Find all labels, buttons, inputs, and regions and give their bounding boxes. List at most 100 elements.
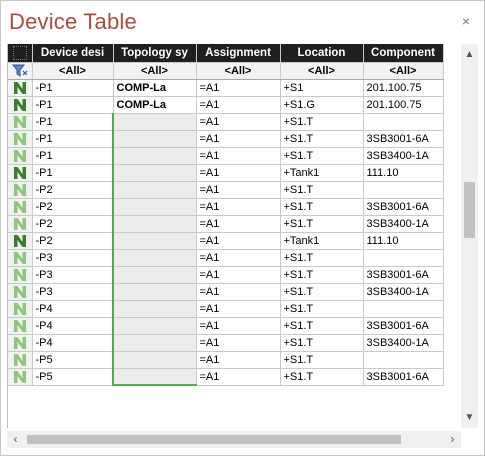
cell-location[interactable]: +S1.T [280,130,364,148]
cell-topology[interactable] [112,130,197,148]
table-row[interactable]: -P4 =A1 +S1.T [8,300,444,318]
scroll-down-icon[interactable]: ▼ [461,409,478,426]
cell-component[interactable] [363,181,444,199]
cell-topology[interactable]: COMP-La [113,79,197,97]
cell-location[interactable]: +S1.T [280,198,364,216]
cell-device[interactable]: -P1 [32,130,114,148]
cell-device[interactable]: -P3 [32,249,114,267]
cell-assignment[interactable]: =A1 [196,198,281,216]
cell-topology[interactable] [112,249,197,267]
table-row[interactable]: -P1 COMP-La =A1 +S1.G 201.100.75 [8,96,444,114]
filter-component[interactable]: <All> [363,62,444,80]
cell-component[interactable] [363,113,444,131]
cell-component[interactable]: 3SB3400-1A [363,147,444,165]
cell-assignment[interactable]: =A1 [196,215,281,233]
scroll-left-icon[interactable]: ‹ [7,431,24,448]
horizontal-scrollbar[interactable]: ‹ › [7,431,461,448]
cell-assignment[interactable]: =A1 [196,317,281,335]
cell-assignment[interactable]: =A1 [196,300,281,318]
cell-component[interactable]: 111.10 [363,232,444,250]
cell-device[interactable]: -P1 [32,164,114,182]
table-row[interactable]: -P2 =A1 +S1.T 3SB3001-6A [8,198,444,216]
cell-topology[interactable] [112,317,197,335]
cell-topology[interactable] [112,181,197,199]
cell-component[interactable]: 3SB3001-6A [363,198,444,216]
cell-device[interactable]: -P4 [32,300,114,318]
cell-location[interactable]: +S1.T [280,215,364,233]
cell-device[interactable]: -P3 [32,283,114,301]
table-row[interactable]: -P5 =A1 +S1.T [8,351,444,369]
cell-device[interactable]: -P1 [32,79,114,97]
cell-topology[interactable] [112,215,197,233]
cell-topology[interactable] [112,334,197,352]
cell-assignment[interactable]: =A1 [196,96,281,114]
column-header-topology[interactable]: Topology sy [113,44,197,63]
cell-assignment[interactable]: =A1 [196,266,281,284]
table-row[interactable]: -P1 COMP-La =A1 +S1 201.100.75 [8,79,444,97]
table-row[interactable]: -P1 =A1 +S1.T [8,113,444,131]
cell-device[interactable]: -P2 [32,215,114,233]
cell-device[interactable]: -P1 [32,147,114,165]
cell-topology[interactable] [112,351,197,369]
cell-location[interactable]: +S1.T [280,249,364,267]
cell-assignment[interactable]: =A1 [196,130,281,148]
table-row[interactable]: -P2 =A1 +Tank1 111.10 [8,232,444,250]
cell-location[interactable]: +S1.T [280,283,364,301]
cell-component[interactable]: 3SB3001-6A [363,317,444,335]
cell-location[interactable]: +S1.G [280,96,364,114]
cell-location[interactable]: +S1.T [280,334,364,352]
select-all-box[interactable] [12,45,27,60]
cell-component[interactable]: 3SB3400-1A [363,283,444,301]
table-row[interactable]: -P1 =A1 +Tank1 111.10 [8,164,444,182]
cell-location[interactable]: +S1 [280,79,364,97]
table-row[interactable]: -P4 =A1 +S1.T 3SB3001-6A [8,317,444,335]
column-header-location[interactable]: Location [280,44,364,63]
cell-assignment[interactable]: =A1 [196,79,281,97]
scroll-right-icon[interactable]: › [444,431,461,448]
horizontal-scroll-thumb[interactable] [27,435,401,444]
vertical-scroll-thumb[interactable] [464,182,475,238]
cell-topology[interactable] [112,266,197,284]
cell-device[interactable]: -P2 [32,232,114,250]
cell-component[interactable]: 3SB3001-6A [363,266,444,284]
filter-topology[interactable]: <All> [113,62,197,80]
cell-assignment[interactable]: =A1 [196,334,281,352]
cell-topology[interactable] [112,113,197,131]
cell-device[interactable]: -P5 [32,351,114,369]
cell-topology[interactable] [112,283,197,301]
cell-device[interactable]: -P1 [32,113,114,131]
cell-location[interactable]: +S1.T [280,368,364,386]
cell-location[interactable]: +S1.T [280,351,364,369]
cell-device[interactable]: -P5 [32,368,114,386]
cell-topology[interactable]: COMP-La [113,96,197,114]
table-row[interactable]: -P3 =A1 +S1.T 3SB3001-6A [8,266,444,284]
table-row[interactable]: -P3 =A1 +S1.T 3SB3400-1A [8,283,444,301]
cell-component[interactable] [363,249,444,267]
cell-device[interactable]: -P1 [32,96,114,114]
filter-assignment[interactable]: <All> [196,62,281,80]
cell-location[interactable]: +S1.T [280,147,364,165]
filter-icon[interactable] [8,62,33,80]
scroll-up-icon[interactable]: ▲ [461,46,478,63]
cell-location[interactable]: +S1.T [280,266,364,284]
cell-device[interactable]: -P3 [32,266,114,284]
column-header-assignment[interactable]: Assignment [196,44,281,63]
cell-assignment[interactable]: =A1 [196,147,281,165]
cell-topology[interactable] [112,198,197,216]
cell-assignment[interactable]: =A1 [196,283,281,301]
cell-topology[interactable] [112,368,197,386]
cell-location[interactable]: +S1.T [280,317,364,335]
column-header-device[interactable]: Device desi [32,44,114,63]
cell-topology[interactable] [112,147,197,165]
cell-location[interactable]: +S1.T [280,181,364,199]
cell-location[interactable]: +S1.T [280,300,364,318]
cell-topology[interactable] [112,164,197,182]
cell-assignment[interactable]: =A1 [196,164,281,182]
table-row[interactable]: -P2 =A1 +S1.T [8,181,444,199]
cell-assignment[interactable]: =A1 [196,368,281,386]
close-icon[interactable]: × [462,13,470,29]
cell-device[interactable]: -P4 [32,334,114,352]
cell-device[interactable]: -P2 [32,181,114,199]
cell-component[interactable]: 201.100.75 [363,79,444,97]
cell-device[interactable]: -P2 [32,198,114,216]
